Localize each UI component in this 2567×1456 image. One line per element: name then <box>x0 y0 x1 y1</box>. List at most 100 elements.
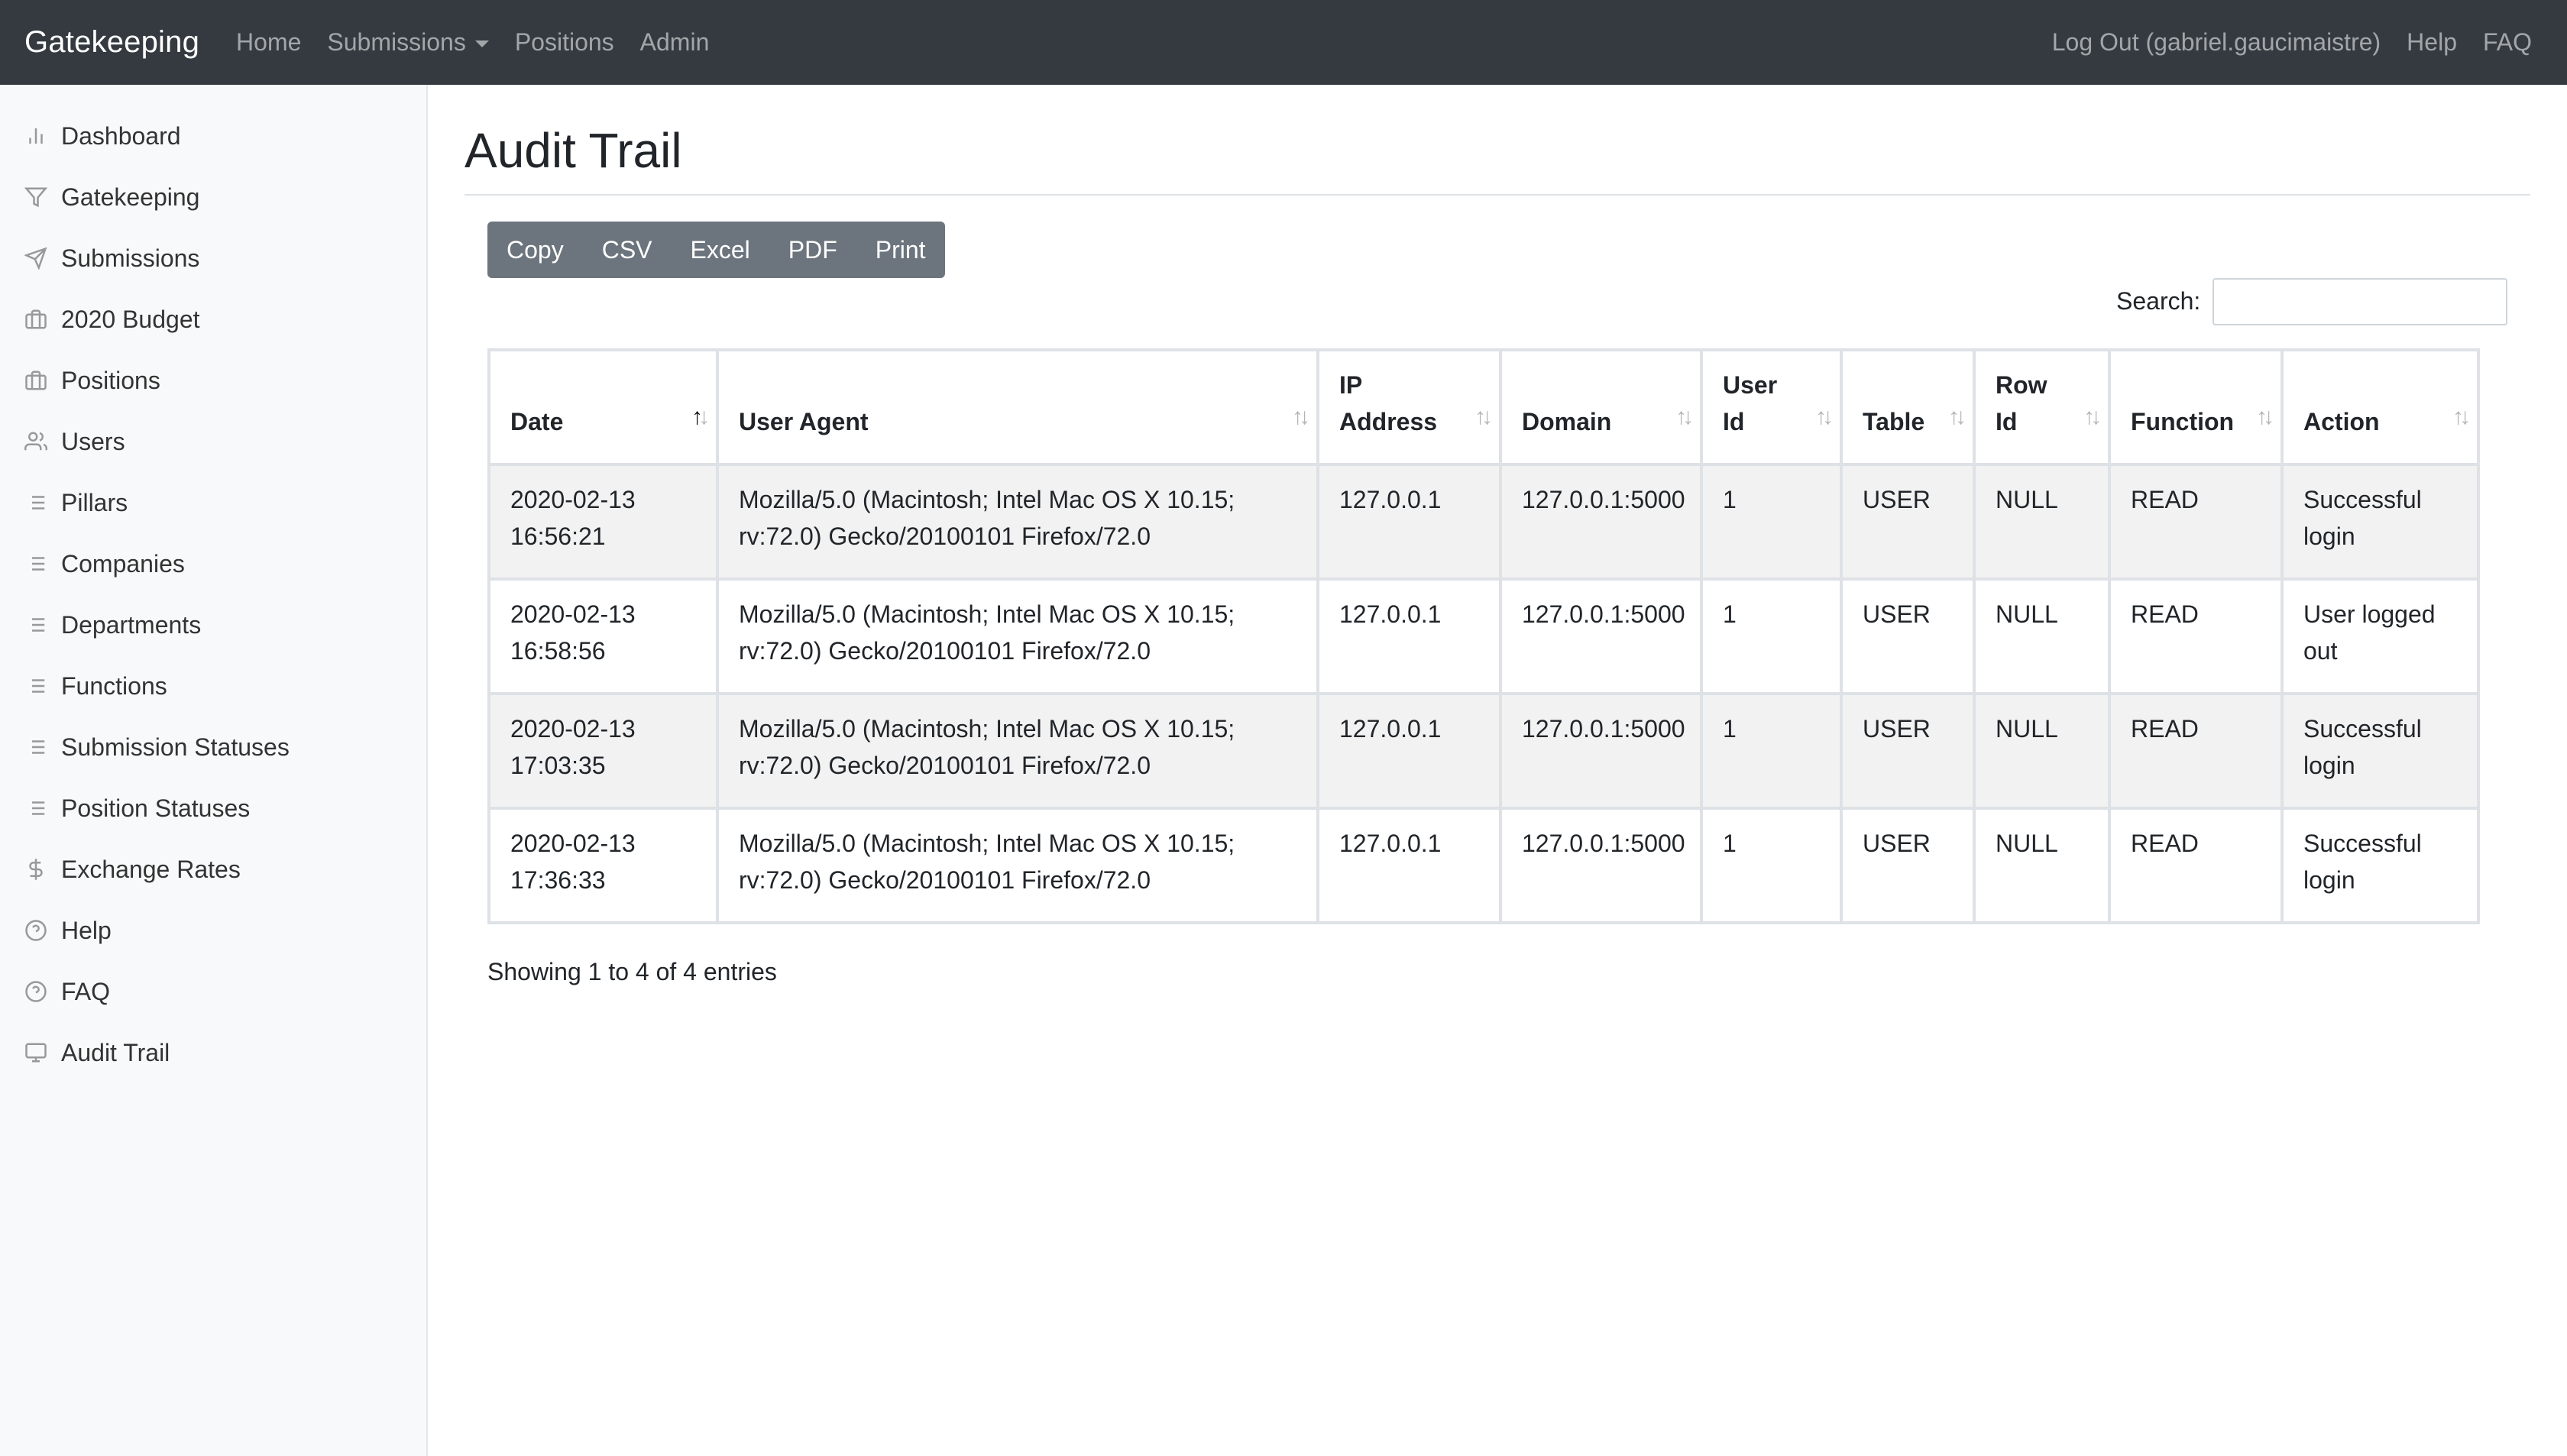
sidebar-item-label: Functions <box>61 671 167 700</box>
cell-action: Successful login <box>2282 464 2478 579</box>
column-header-row-id[interactable]: Row Id ↑↓ <box>1974 350 2109 464</box>
cell-table: USER <box>1841 694 1974 808</box>
sort-icon: ↑↓ <box>1292 404 1310 429</box>
column-header-function[interactable]: Function ↑↓ <box>2109 350 2282 464</box>
sidebar: Dashboard Gatekeeping Submissions 2020 B… <box>0 85 428 1456</box>
cell-row-id: NULL <box>1974 579 2109 694</box>
cell-domain: 127.0.0.1:5000 <box>1500 464 1701 579</box>
column-header-user-id[interactable]: User Id ↑↓ <box>1701 350 1841 464</box>
sidebar-item-pillars[interactable]: Pillars <box>0 481 426 524</box>
sort-icon: ↑↓ <box>1948 404 1967 429</box>
table-row: 2020-02-13 16:56:21 Mozilla/5.0 (Macintos… <box>489 464 2478 579</box>
send-icon <box>23 245 49 271</box>
sidebar-item-faq[interactable]: FAQ <box>0 970 426 1013</box>
sidebar-item-dashboard[interactable]: Dashboard <box>0 115 426 157</box>
sidebar-item-departments[interactable]: Departments <box>0 603 426 646</box>
cell-user-id: 1 <box>1701 694 1841 808</box>
cell-table: USER <box>1841 579 1974 694</box>
nav-help-link[interactable]: Help <box>2407 28 2457 57</box>
title-divider <box>465 194 2530 196</box>
cell-domain: 127.0.0.1:5000 <box>1500 579 1701 694</box>
sidebar-item-label: FAQ <box>61 977 111 1005</box>
chevron-down-icon <box>474 40 489 47</box>
sidebar-item-audit-trail[interactable]: Audit Trail <box>0 1031 426 1074</box>
list-icon <box>23 673 49 699</box>
briefcase-icon <box>23 367 49 393</box>
csv-button[interactable]: CSV <box>583 222 672 278</box>
column-header-domain[interactable]: Domain ↑↓ <box>1500 350 1701 464</box>
cell-date: 2020-02-13 17:03:35 <box>489 694 717 808</box>
sidebar-item-label: Submissions <box>61 244 200 272</box>
sidebar-item-label: Exchange Rates <box>61 855 241 883</box>
nav-faq-link[interactable]: FAQ <box>2483 28 2532 57</box>
briefcase-icon <box>23 306 49 332</box>
nav-right-links: Log Out (gabriel.gaucimaistre) Help FAQ <box>2052 28 2567 57</box>
help-circle-icon <box>23 979 49 1005</box>
cell-date: 2020-02-13 16:56:21 <box>489 464 717 579</box>
list-icon <box>23 490 49 516</box>
filter-icon <box>23 184 49 210</box>
cell-action: Successful login <box>2282 694 2478 808</box>
column-header-table[interactable]: Table ↑↓ <box>1841 350 1974 464</box>
sidebar-item-functions[interactable]: Functions <box>0 665 426 707</box>
cell-row-id: NULL <box>1974 808 2109 923</box>
sidebar-item-label: Users <box>61 427 125 455</box>
cell-domain: 127.0.0.1:5000 <box>1500 808 1701 923</box>
list-icon <box>23 551 49 577</box>
search-label: Search: <box>2116 287 2201 315</box>
nav-home-link[interactable]: Home <box>236 28 301 57</box>
nav-admin-link[interactable]: Admin <box>640 28 710 57</box>
sidebar-item-help[interactable]: Help <box>0 909 426 952</box>
help-circle-icon <box>23 917 49 943</box>
audit-table: Date ↑↓ User Agent ↑↓ IP Address ↑↓ Domain ↑↓… <box>487 348 2480 924</box>
print-button[interactable]: Print <box>856 222 945 278</box>
sort-icon: ↑↓ <box>2083 404 2102 429</box>
cell-user-id: 1 <box>1701 808 1841 923</box>
nav-submissions-dropdown[interactable]: Submissions <box>327 28 489 57</box>
sidebar-item-submissions[interactable]: Submissions <box>0 237 426 280</box>
sidebar-item-exchange-rates[interactable]: Exchange Rates <box>0 848 426 891</box>
column-header-date[interactable]: Date ↑↓ <box>489 350 717 464</box>
column-header-ip-address[interactable]: IP Address ↑↓ <box>1318 350 1500 464</box>
sidebar-item-label: Position Statuses <box>61 794 251 822</box>
search-input[interactable] <box>2213 278 2507 325</box>
column-header-user-agent[interactable]: User Agent ↑↓ <box>717 350 1318 464</box>
cell-user-agent: Mozilla/5.0 (Macintosh; Intel Mac OS X 1… <box>717 808 1318 923</box>
nav-positions-link[interactable]: Positions <box>515 28 614 57</box>
cell-user-agent: Mozilla/5.0 (Macintosh; Intel Mac OS X 1… <box>717 464 1318 579</box>
sidebar-item-2020-budget[interactable]: 2020 Budget <box>0 298 426 341</box>
cell-row-id: NULL <box>1974 464 2109 579</box>
logout-link[interactable]: Log Out (gabriel.gaucimaistre) <box>2052 28 2381 57</box>
cell-user-id: 1 <box>1701 579 1841 694</box>
list-icon <box>23 734 49 760</box>
pdf-button[interactable]: PDF <box>769 222 856 278</box>
audit-table-wrapper: Date ↑↓ User Agent ↑↓ IP Address ↑↓ Domain ↑↓… <box>487 348 2480 924</box>
cell-ip-address: 127.0.0.1 <box>1318 579 1500 694</box>
cell-function: READ <box>2109 694 2282 808</box>
sidebar-item-label: Audit Trail <box>61 1038 170 1066</box>
sort-ascending-icon: ↑↓ <box>691 404 710 429</box>
sidebar-item-label: Companies <box>61 549 185 578</box>
cell-row-id: NULL <box>1974 694 2109 808</box>
copy-button[interactable]: Copy <box>487 222 583 278</box>
sidebar-item-label: 2020 Budget <box>61 305 200 333</box>
sidebar-item-companies[interactable]: Companies <box>0 542 426 585</box>
sidebar-item-label: Departments <box>61 610 202 639</box>
cell-function: READ <box>2109 808 2282 923</box>
page-title: Audit Trail <box>465 123 682 178</box>
sidebar-item-label: Submission Statuses <box>61 733 290 761</box>
export-button-group: Copy CSV Excel PDF Print <box>487 222 945 278</box>
sidebar-item-gatekeeping[interactable]: Gatekeeping <box>0 176 426 218</box>
sidebar-item-users[interactable]: Users <box>0 420 426 463</box>
column-header-action[interactable]: Action ↑↓ <box>2282 350 2478 464</box>
users-icon <box>23 429 49 455</box>
brand-link[interactable]: Gatekeeping <box>24 25 199 60</box>
cell-ip-address: 127.0.0.1 <box>1318 808 1500 923</box>
sort-icon: ↑↓ <box>1474 404 1493 429</box>
excel-button[interactable]: Excel <box>672 222 769 278</box>
cell-action: Successful login <box>2282 808 2478 923</box>
sidebar-item-submission-statuses[interactable]: Submission Statuses <box>0 726 426 768</box>
cell-user-agent: Mozilla/5.0 (Macintosh; Intel Mac OS X 1… <box>717 694 1318 808</box>
sidebar-item-positions[interactable]: Positions <box>0 359 426 402</box>
sidebar-item-position-statuses[interactable]: Position Statuses <box>0 787 426 830</box>
